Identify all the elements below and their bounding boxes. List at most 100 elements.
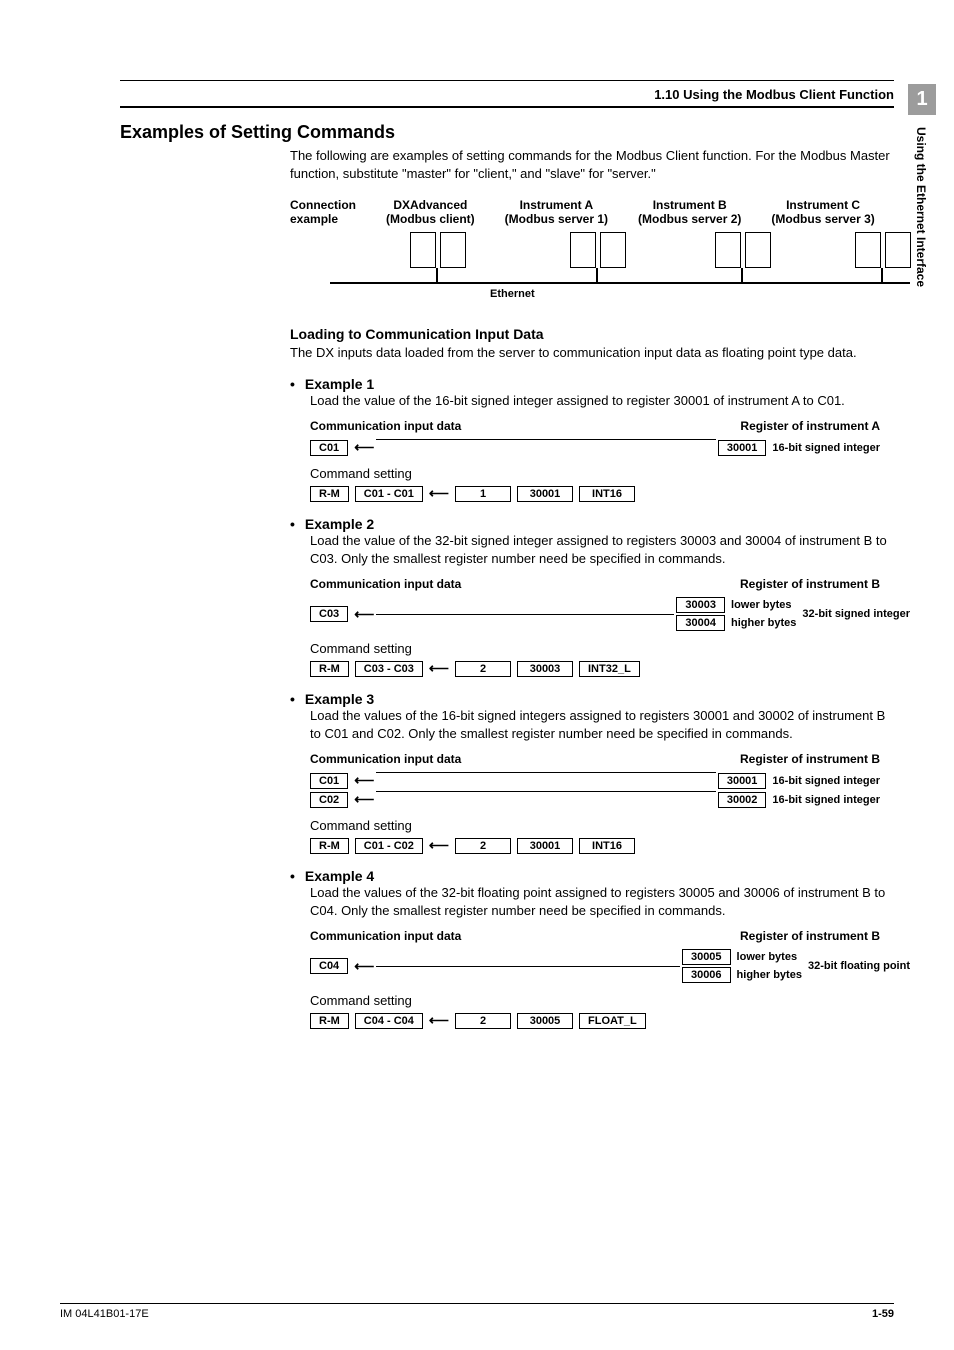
footer-doc-id: IM 04L41B01-17E	[60, 1308, 149, 1320]
cid-label: Communication input data	[310, 577, 461, 591]
conn-col: (Modbus client)	[386, 212, 475, 226]
conn-col: Instrument C	[786, 198, 860, 212]
arrow-left-icon: ⟵	[354, 791, 374, 808]
reg-box: 30004	[676, 615, 725, 631]
example-text: Load the values of the 16-bit signed int…	[310, 707, 894, 742]
ethernet-line	[330, 282, 910, 284]
cmd-box: C01 - C01	[355, 486, 423, 502]
register-labels: Communication input data Register of ins…	[310, 419, 880, 433]
register-labels: Communication input data Register of ins…	[310, 929, 880, 943]
cmd-row: R-M C01 - C01 ⟵ 1 30001 INT16	[310, 485, 894, 502]
section-title: Examples of Setting Commands	[120, 122, 894, 143]
conn-label: example	[290, 212, 338, 226]
reg-note: 16-bit signed integer	[772, 442, 880, 454]
reg-box: 30005	[682, 949, 731, 965]
register-labels: Communication input data Register of ins…	[310, 752, 880, 766]
connector-line	[376, 439, 716, 456]
type-note: 32-bit signed integer	[802, 608, 910, 620]
cmd-box: 30001	[517, 486, 573, 502]
body-text: The DX inputs data loaded from the serve…	[290, 344, 894, 362]
arrow-left-icon: ⟵	[354, 958, 374, 975]
cmd-box: R-M	[310, 486, 349, 502]
type-note: 32-bit floating point	[808, 960, 910, 972]
device-box	[600, 232, 626, 268]
cmd-box: INT32_L	[579, 661, 640, 677]
connection-diagram: Ethernet	[290, 232, 930, 308]
cmd-box: 2	[455, 1013, 511, 1029]
comm-box: C02	[310, 792, 348, 808]
reg-note: lower bytes	[731, 599, 792, 611]
arrow-left-icon: ⟵	[429, 485, 449, 502]
cmd-box: C01 - C02	[355, 838, 423, 854]
connector-line	[376, 966, 680, 967]
device-box	[855, 232, 881, 268]
cmd-box: 2	[455, 661, 511, 677]
arrow-left-icon: ⟵	[354, 606, 374, 623]
comm-box: C01	[310, 440, 348, 456]
connector-line	[376, 772, 716, 789]
breadcrumb: 1.10 Using the Modbus Client Function	[120, 87, 894, 102]
cid-label: Communication input data	[310, 419, 461, 433]
cmd-box: INT16	[579, 486, 635, 502]
register-row: C01 ⟵ 30001 16-bit signed integer	[310, 772, 880, 789]
arrow-left-icon: ⟵	[429, 660, 449, 677]
register-row: C02 ⟵ 30002 16-bit signed integer	[310, 791, 880, 808]
cmd-box: 1	[455, 486, 511, 502]
cmd-label: Command setting	[310, 466, 894, 481]
reg-note: higher bytes	[731, 617, 796, 629]
reg-box: 30006	[682, 967, 731, 983]
register-labels: Communication input data Register of ins…	[310, 577, 880, 591]
cmd-box: FLOAT_L	[579, 1013, 646, 1029]
chapter-tab: 1	[908, 84, 936, 115]
cmd-box: R-M	[310, 1013, 349, 1029]
device-box	[745, 232, 771, 268]
example-heading: Example 3	[290, 691, 894, 707]
comm-box: C01	[310, 773, 348, 789]
example-text: Load the value of the 32-bit signed inte…	[310, 532, 894, 567]
reg-box: 30002	[718, 792, 767, 808]
reg-label: Register of instrument B	[740, 577, 880, 591]
connector-line	[376, 614, 674, 615]
cmd-box: R-M	[310, 661, 349, 677]
page-content: 1.10 Using the Modbus Client Function Ex…	[0, 0, 954, 1069]
cmd-label: Command setting	[310, 993, 894, 1008]
conn-col: (Modbus server 3)	[771, 212, 874, 226]
cmd-box: R-M	[310, 838, 349, 854]
device-box	[570, 232, 596, 268]
comm-box: C04	[310, 958, 348, 974]
cmd-box: 2	[455, 838, 511, 854]
cid-label: Communication input data	[310, 752, 461, 766]
rule	[120, 106, 894, 108]
reg-note: lower bytes	[737, 951, 798, 963]
cmd-row: R-M C01 - C02 ⟵ 2 30001 INT16	[310, 837, 894, 854]
connector-line	[376, 791, 716, 808]
register-row: C03 ⟵ 30003 lower bytes 30004 higher bytes…	[310, 597, 910, 631]
conn-col: (Modbus server 1)	[505, 212, 608, 226]
cmd-box: 30005	[517, 1013, 573, 1029]
register-row: C01 ⟵ 30001 16-bit signed integer	[310, 439, 880, 456]
reg-label: Register of instrument B	[740, 929, 880, 943]
reg-label: Register of instrument B	[740, 752, 880, 766]
ethernet-label: Ethernet	[490, 288, 535, 300]
reg-label: Register of instrument A	[740, 419, 880, 433]
comm-box: C03	[310, 606, 348, 622]
arrow-left-icon: ⟵	[354, 439, 374, 456]
footer-page-number: 1-59	[872, 1308, 894, 1320]
example-text: Load the values of the 32-bit floating p…	[310, 884, 894, 919]
register-row: C04 ⟵ 30005lower bytes 30006higher bytes…	[310, 949, 910, 983]
cmd-box: C04 - C04	[355, 1013, 423, 1029]
example-heading: Example 1	[290, 376, 894, 392]
device-box	[885, 232, 911, 268]
device-box	[715, 232, 741, 268]
arrow-left-icon: ⟵	[354, 772, 374, 789]
stub	[881, 268, 883, 282]
reg-box: 30003	[676, 597, 725, 613]
reg-box: 30001	[718, 440, 767, 456]
page-footer: IM 04L41B01-17E 1-59	[60, 1303, 894, 1320]
conn-col: Instrument B	[653, 198, 727, 212]
device-box	[410, 232, 436, 268]
rule	[120, 80, 894, 81]
device-box	[440, 232, 466, 268]
reg-note: 16-bit signed integer	[772, 794, 880, 806]
reg-note: 16-bit signed integer	[772, 775, 880, 787]
